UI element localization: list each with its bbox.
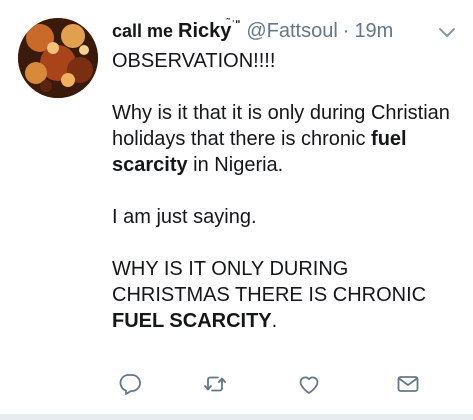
avatar-image [18,18,98,98]
avatar[interactable] [18,18,98,98]
retweet-button[interactable] [203,372,227,396]
tweet-text: OBSERVATION!!!! Why is it that it is onl… [112,48,457,334]
tweet-timestamp[interactable]: 19m [354,20,393,43]
tweet-text-span: WHY IS IT ONLY DURING CHRISTMAS THERE IS… [112,258,427,306]
user-handle[interactable]: @Fattsoul [246,20,337,43]
heart-icon [299,376,319,394]
tweet-paragraph-4: WHY IS IT ONLY DURING CHRISTMAS THERE IS… [112,256,457,334]
display-name-first: call me [112,21,179,41]
divider [0,414,473,420]
retweet-icon [204,376,226,392]
chevron-down-icon[interactable] [438,26,456,40]
reply-button[interactable] [118,372,142,396]
tweet-paragraph-1: OBSERVATION!!!! [112,50,276,72]
tweet-actions [112,372,432,400]
envelope-icon [397,376,419,392]
display-name[interactable]: call me Ricky [112,20,231,43]
tweet-text-bold: FUEL SCARCITY [112,310,272,332]
tweet-text-span: . [271,310,278,332]
header-separator: · [342,20,350,42]
tweet-header: call me Ricky ̃ˈʺ @Fattsoul · 19m [112,19,393,46]
like-button[interactable] [297,372,321,396]
display-name-second: Ricky [178,20,232,42]
tweet-text-span: in Nigeria. [187,154,284,176]
tweet-paragraph-3: I am just saying. [112,206,257,228]
direct-message-button[interactable] [396,372,420,396]
tweet-paragraph-2: Why is it that it is only during Christi… [112,100,457,178]
display-name-flourish: ̃ˈʺ [231,19,241,31]
reply-icon [119,374,141,395]
tweet-card: call me Ricky ̃ˈʺ @Fattsoul · 19m OBSERV… [0,0,473,420]
